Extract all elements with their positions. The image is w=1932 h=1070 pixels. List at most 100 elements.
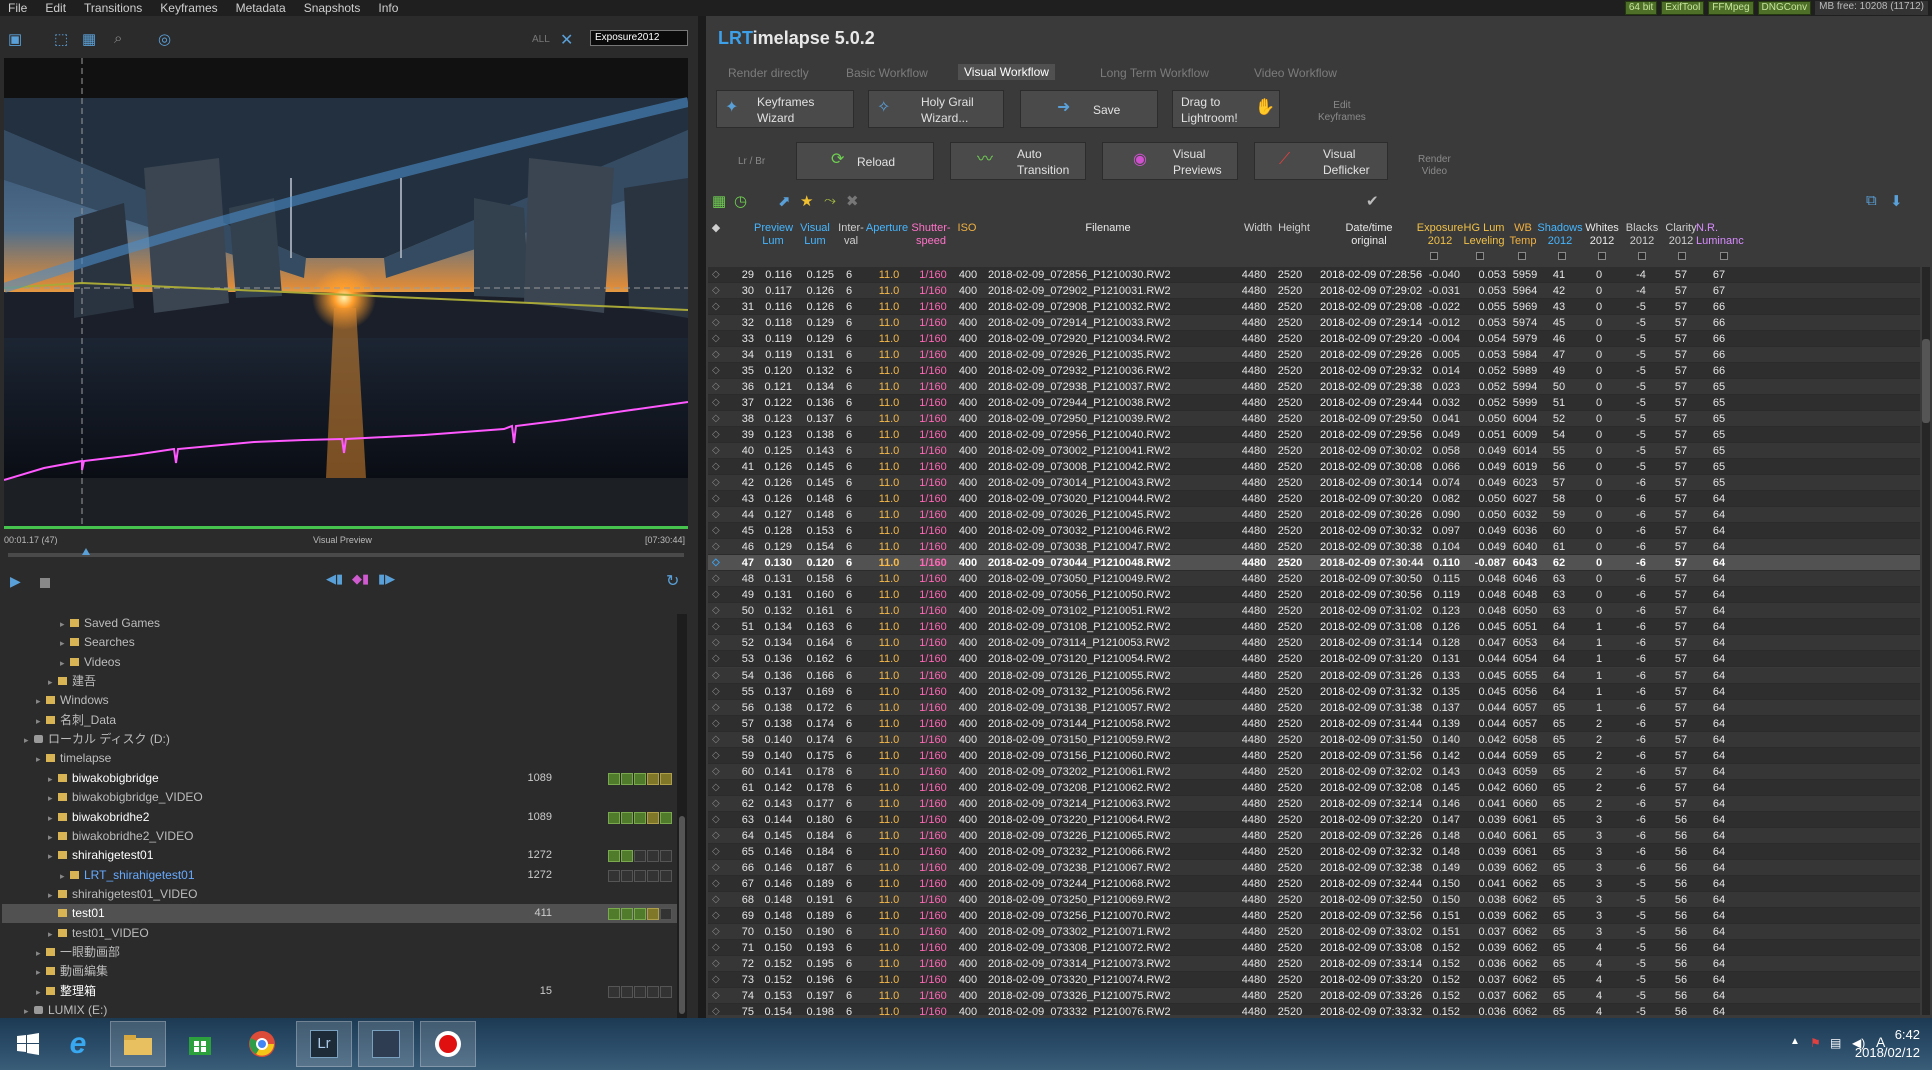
menu-edit[interactable]: Edit [37,1,76,15]
column-checkbox[interactable] [1476,252,1484,260]
table-row[interactable]: ◇ 40 0.125 0.143 6 11.0 1/160 400 2018-02-09_073… [708,443,1920,460]
table-row[interactable]: ◇ 38 0.123 0.137 6 11.0 1/160 400 2018-02-09_072… [708,411,1920,428]
keyframe-star-icon[interactable]: ★ [800,192,813,210]
keyframe-marker-icon[interactable]: ◇ [712,988,724,1004]
keyframe-marker-icon[interactable]: ◇ [712,267,724,283]
record-icon[interactable] [420,1021,476,1067]
keyframe-marker-icon[interactable]: ◇ [712,812,724,828]
windows-start-icon[interactable] [0,1021,56,1067]
prev-keyframe-icon[interactable]: ◀▮ [326,571,343,587]
table-row[interactable]: ◇ 31 0.116 0.126 6 11.0 1/160 400 2018-02-09_072… [708,299,1920,316]
table-row[interactable]: ◇ 56 0.138 0.172 6 11.0 1/160 400 2018-02-09_073… [708,699,1920,716]
download-icon[interactable]: ⬇ [1890,192,1903,210]
table-row[interactable]: ◇ 37 0.122 0.136 6 11.0 1/160 400 2018-02-09_072… [708,395,1920,412]
table-row[interactable]: ◇ 57 0.138 0.174 6 11.0 1/160 400 2018-02-09_073… [708,715,1920,732]
col-header-hg-lum[interactable]: HG Lum Leveling [1460,222,1508,248]
expand-arrow-icon[interactable]: ▸ [36,750,46,769]
expand-arrow-icon[interactable]: ▸ [36,944,46,963]
keyframe-marker-icon[interactable]: ◇ [712,764,724,780]
table-row[interactable]: ◇ 46 0.129 0.154 6 11.0 1/160 400 2018-02-09_073… [708,539,1920,556]
table-row[interactable]: ◇ 33 0.119 0.129 6 11.0 1/160 400 2018-02-09_072… [708,331,1920,348]
keyframe-marker-icon[interactable]: ◇ [712,347,724,363]
image-icon[interactable]: ▦ [82,30,96,48]
keyframe-marker-icon[interactable]: ◇ [712,940,724,956]
keyframe-marker-icon[interactable]: ◇ [712,523,724,539]
trash-icon[interactable]: ✖ [846,192,859,210]
tree-item[interactable]: ▸ LRT_shirahigetest01 1272 [2,866,678,885]
tree-item[interactable]: ▸ 動画編集 [2,962,678,981]
table-row[interactable]: ◇ 64 0.145 0.184 6 11.0 1/160 400 2018-02-09_073… [708,827,1920,844]
expand-arrow-icon[interactable]: ▸ [36,692,46,711]
table-row[interactable]: ◇ 68 0.148 0.191 6 11.0 1/160 400 2018-02-09_073… [708,891,1920,908]
table-row[interactable]: ◇ 44 0.127 0.148 6 11.0 1/160 400 2018-02-09_073… [708,507,1920,524]
reload-button[interactable]: ⟳ Reload [796,142,934,180]
expand-arrow-icon[interactable]: ▸ [60,634,70,653]
table-row[interactable]: ◇ 41 0.126 0.145 6 11.0 1/160 400 2018-02-09_073… [708,459,1920,476]
table-row[interactable]: ◇ 62 0.143 0.177 6 11.0 1/160 400 2018-02-09_073… [708,795,1920,812]
keyframe-marker-icon[interactable]: ◇ [712,700,724,716]
timeline-bar[interactable] [4,526,688,529]
table-row[interactable]: ◇ 48 0.131 0.158 6 11.0 1/160 400 2018-02-09_073… [708,571,1920,588]
tree-item[interactable]: ▸ 建吾 [2,672,678,691]
col-header-keyframe[interactable]: ◆ [710,222,722,235]
expand-arrow-icon[interactable]: ▸ [60,654,70,673]
table-row[interactable]: ◇ 43 0.126 0.148 6 11.0 1/160 400 2018-02-09_073… [708,491,1920,508]
drag-to-lightroom-button[interactable]: Drag to Lightroom! ✋ [1172,90,1280,128]
table-row[interactable]: ◇ 29 0.116 0.125 6 11.0 1/160 400 2018-02-09_072… [708,267,1920,283]
keyframe-marker-icon[interactable]: ◇ [712,331,724,347]
table-row[interactable]: ◇ 30 0.117 0.126 6 11.0 1/160 400 2018-02-09_072… [708,283,1920,300]
keyframe-marker-icon[interactable]: ◇ [712,587,724,603]
expand-arrow-icon[interactable]: ▸ [36,983,46,1002]
menu-metadata[interactable]: Metadata [228,1,296,15]
table-row[interactable]: ◇ 53 0.136 0.162 6 11.0 1/160 400 2018-02-09_073… [708,651,1920,668]
keyframe-marker-icon[interactable]: ◇ [712,475,724,491]
tree-item[interactable]: ▸ 整理箱 15 [2,982,678,1001]
tree-item[interactable]: ▸ test01_VIDEO [2,924,678,943]
keyframe-marker-icon[interactable]: ◇ [712,459,724,475]
col-header-interval[interactable]: Inter- val [834,222,868,248]
keyframe-marker-icon[interactable]: ◇ [712,828,724,844]
circle-icon[interactable]: ◎ [158,30,171,48]
keyframe-marker-icon[interactable]: ◇ [712,1004,724,1015]
col-header-filename[interactable]: Filename [1048,222,1168,235]
expand-arrow-icon[interactable]: ▸ [48,925,58,944]
column-checkbox[interactable] [1638,252,1646,260]
flag-icon[interactable]: ⚑ [1810,1036,1821,1050]
col-header-wb-temp[interactable]: WB Temp [1508,222,1538,248]
all-label[interactable]: ALL [532,34,550,45]
image-table[interactable]: ◇ 29 0.116 0.125 6 11.0 1/160 400 2018-02-09_072… [708,267,1920,1015]
table-row[interactable]: ◇ 54 0.136 0.166 6 11.0 1/160 400 2018-02-09_073… [708,667,1920,684]
col-header-aperture[interactable]: Aperture [864,222,910,235]
table-row[interactable]: ◇ 61 0.142 0.178 6 11.0 1/160 400 2018-02-09_073… [708,779,1920,796]
seek-slider[interactable] [8,553,684,557]
property-select[interactable]: Exposure2012 [590,30,688,46]
keyframe-marker-icon[interactable]: ◇ [712,876,724,892]
keyframe-marker-icon[interactable]: ◇ [712,732,724,748]
crop-rectangle-icon[interactable]: ⬚ [54,30,68,48]
next-keyframe-icon[interactable]: ▮▶ [378,571,395,587]
stop-icon[interactable] [40,578,50,588]
table-row[interactable]: ◇ 51 0.134 0.163 6 11.0 1/160 400 2018-02-09_073… [708,619,1920,636]
expand-arrow-icon[interactable]: ▸ [48,847,58,866]
tray-up-arrow-icon[interactable]: ▲ [1790,1036,1800,1047]
network-icon[interactable]: ▤ [1830,1036,1841,1050]
expand-arrow-icon[interactable]: ▸ [48,770,58,789]
tree-item[interactable]: ▸ timelapse [2,749,678,768]
column-checkbox[interactable] [1558,252,1566,260]
column-checkbox[interactable] [1598,252,1606,260]
menu-file[interactable]: File [0,1,37,15]
curve-toggle-icon[interactable]: ✕ [560,30,573,50]
grid-icon[interactable]: ▦ [712,192,726,210]
expand-arrow-icon[interactable]: ▸ [48,673,58,692]
tree-item[interactable]: ▸ biwakobridhe2 1089 [2,808,678,827]
auto-transition-button[interactable]: 〰 Auto Transition [950,142,1086,180]
col-header-blacks[interactable]: Blacks 2012 [1622,222,1662,248]
table-row[interactable]: ◇ 67 0.146 0.189 6 11.0 1/160 400 2018-02-09_073… [708,875,1920,892]
open-folder-icon[interactable]: ▣ [8,30,22,48]
col-header-shutter[interactable]: Shutter- speed [908,222,954,248]
table-row[interactable]: ◇ 72 0.152 0.195 6 11.0 1/160 400 2018-02-09_073… [708,955,1920,972]
table-row[interactable]: ◇ 73 0.152 0.196 6 11.0 1/160 400 2018-02-09_073… [708,971,1920,988]
table-row[interactable]: ◇ 60 0.141 0.178 6 11.0 1/160 400 2018-02-09_073… [708,763,1920,780]
expand-arrow-icon[interactable]: ▸ [24,731,34,750]
expand-arrow-icon[interactable]: ▸ [60,867,70,886]
